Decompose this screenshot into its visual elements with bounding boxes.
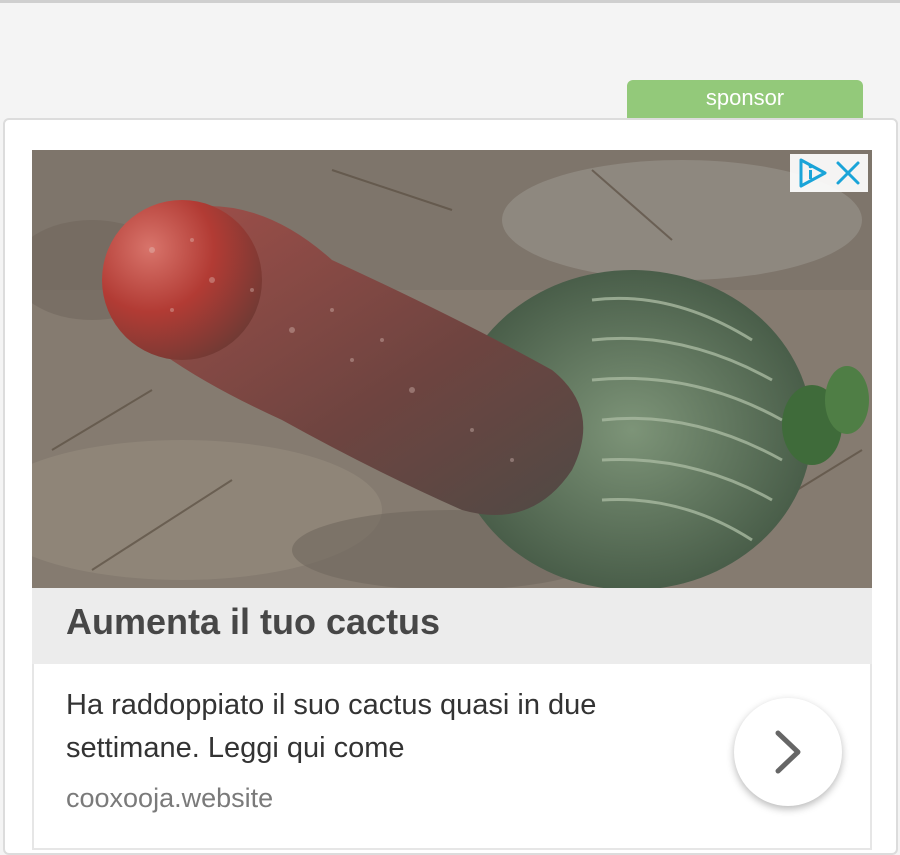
sponsor-badge: sponsor xyxy=(627,80,863,118)
next-button[interactable] xyxy=(734,698,842,806)
chevron-right-icon xyxy=(775,730,801,774)
adchoices-bar[interactable] xyxy=(790,154,868,192)
close-icon[interactable] xyxy=(833,158,863,188)
ad-image[interactable] xyxy=(32,150,872,588)
adchoices-icon[interactable] xyxy=(796,156,830,190)
ad-headline[interactable]: Aumenta il tuo cactus xyxy=(66,601,440,643)
top-divider xyxy=(0,0,900,3)
ad-domain[interactable]: cooxooja.website xyxy=(66,783,273,814)
ad-description[interactable]: Ha raddoppiato il suo cactus quasi in du… xyxy=(66,684,666,770)
cactus-photo xyxy=(32,150,872,588)
